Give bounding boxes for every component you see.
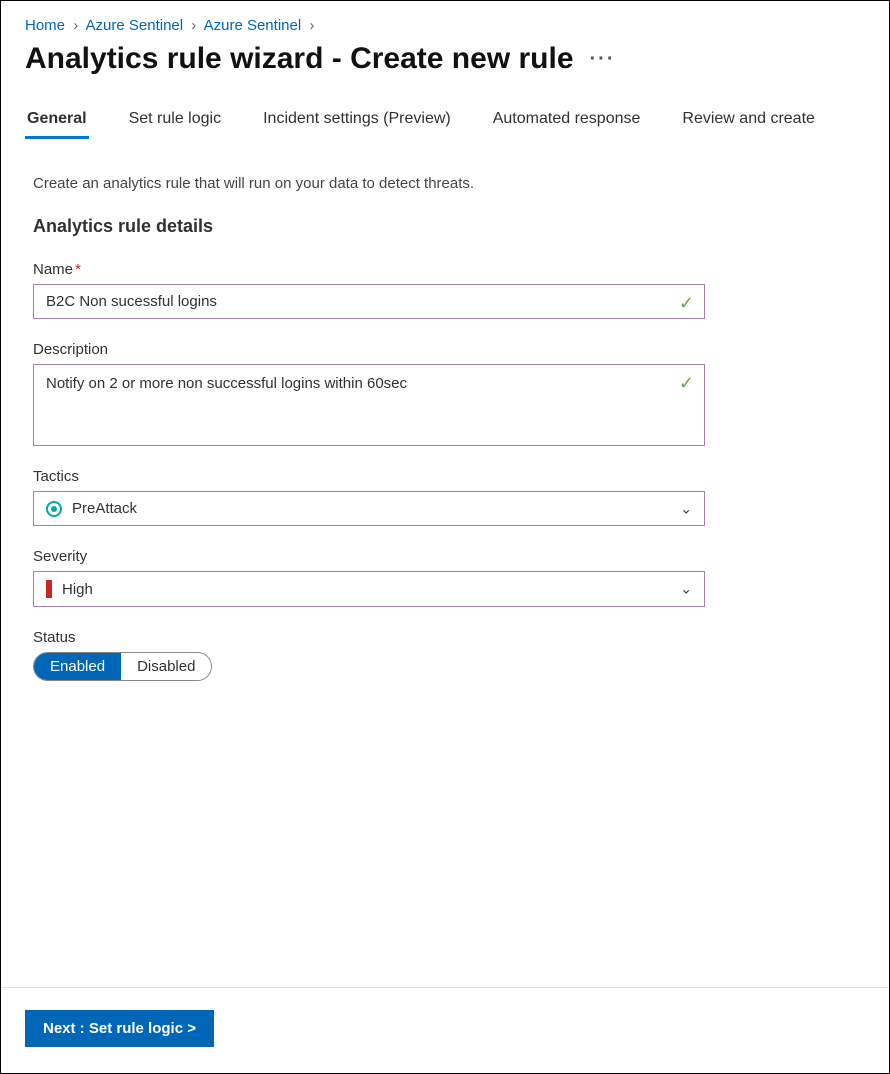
wizard-tabs: General Set rule logic Incident settings… xyxy=(25,104,865,139)
valid-check-icon: ✓ xyxy=(679,293,694,314)
breadcrumb-home[interactable]: Home xyxy=(25,17,65,34)
valid-check-icon: ✓ xyxy=(679,373,694,394)
more-actions-icon[interactable]: ··· xyxy=(590,48,616,71)
description-label: Description xyxy=(33,341,865,358)
target-icon xyxy=(46,501,62,517)
name-label: Name* xyxy=(33,261,865,278)
status-option-disabled[interactable]: Disabled xyxy=(121,653,211,680)
tactics-label: Tactics xyxy=(33,468,865,485)
chevron-down-icon: ⌄ xyxy=(680,581,692,598)
next-button[interactable]: Next : Set rule logic > xyxy=(25,1010,214,1047)
tactics-selected-value: PreAttack xyxy=(72,500,137,517)
severity-color-icon xyxy=(46,580,52,598)
tactics-select[interactable]: PreAttack ⌄ xyxy=(33,491,705,526)
tab-review-create[interactable]: Review and create xyxy=(680,104,817,139)
severity-select[interactable]: High ⌄ xyxy=(33,571,705,607)
chevron-right-icon: › xyxy=(191,17,196,34)
breadcrumb-sentinel-2[interactable]: Azure Sentinel xyxy=(204,17,302,34)
description-input[interactable]: Notify on 2 or more non successful login… xyxy=(34,365,704,441)
breadcrumb-sentinel-1[interactable]: Azure Sentinel xyxy=(86,17,184,34)
tab-automated-response[interactable]: Automated response xyxy=(491,104,643,139)
severity-label: Severity xyxy=(33,548,865,565)
chevron-right-icon: › xyxy=(309,17,314,34)
section-title: Analytics rule details xyxy=(33,216,865,237)
page-title: Analytics rule wizard - Create new rule xyxy=(25,42,574,76)
breadcrumb: Home › Azure Sentinel › Azure Sentinel › xyxy=(25,17,865,34)
status-label: Status xyxy=(33,629,865,646)
name-input[interactable] xyxy=(34,285,704,318)
status-option-enabled[interactable]: Enabled xyxy=(34,653,121,680)
status-toggle[interactable]: Enabled Disabled xyxy=(33,652,212,681)
chevron-down-icon: ⌄ xyxy=(680,500,692,517)
tab-general[interactable]: General xyxy=(25,104,89,139)
severity-selected-value: High xyxy=(62,581,93,598)
chevron-right-icon: › xyxy=(73,17,78,34)
tab-set-rule-logic[interactable]: Set rule logic xyxy=(127,104,224,139)
tab-incident-settings[interactable]: Incident settings (Preview) xyxy=(261,104,453,139)
intro-text: Create an analytics rule that will run o… xyxy=(33,175,865,192)
